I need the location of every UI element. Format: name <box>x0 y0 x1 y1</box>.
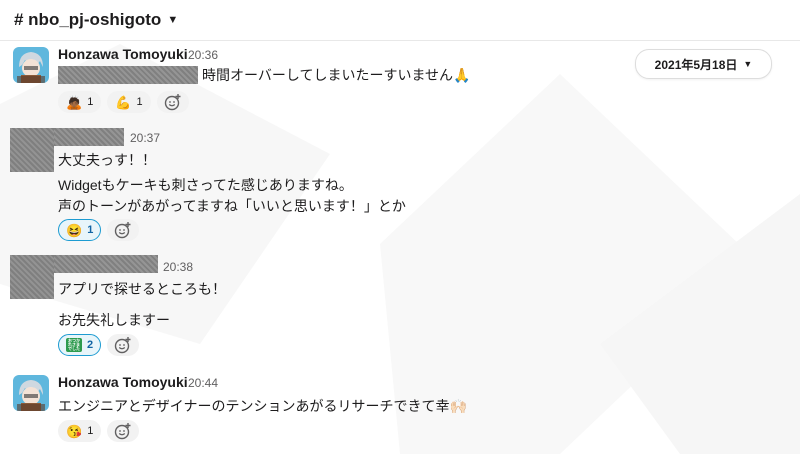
reaction-pill[interactable]: おつかれさまでした 2 <box>58 334 102 356</box>
channel-title-button[interactable]: # nbo_pj-oshigoto ▼ <box>14 10 178 30</box>
bowing-emoji: 🙇🏾 <box>66 94 83 110</box>
chevron-down-icon: ▼ <box>167 14 179 26</box>
redacted-author-name <box>54 128 124 146</box>
message-line: 時間オーバーしてしまいたーすいません🙏 <box>202 67 471 83</box>
author-name[interactable]: Honzawa Tomoyuki <box>58 46 188 62</box>
channel-header: # nbo_pj-oshigoto ▼ <box>0 0 800 41</box>
message-line: エンジニアとデザイナーのテンションあがるリサーチできて幸🙌🏻 <box>58 398 467 414</box>
timestamp[interactable]: 20:38 <box>163 260 193 274</box>
add-emoji-icon <box>115 222 131 239</box>
reaction-count: 1 <box>87 425 94 437</box>
laughing-emoji: 😆 <box>66 222 83 238</box>
message-line: 大丈夫っす！！ <box>58 152 156 168</box>
timestamp[interactable]: 20:36 <box>188 48 218 62</box>
reaction-count: 1 <box>87 96 94 108</box>
reaction-pill[interactable]: 😆 1 <box>58 219 102 241</box>
reactions-bar: 😘 1 <box>58 420 140 442</box>
reactions-bar: おつかれさまでした 2 <box>58 334 140 356</box>
reaction-count: 2 <box>87 339 94 351</box>
reactions-bar: 😆 1 <box>58 219 140 241</box>
redacted-mention <box>58 66 198 84</box>
date-label: 2021年5月18日 <box>654 57 738 72</box>
muscle-emoji: 💪 <box>115 94 132 110</box>
timestamp[interactable]: 20:37 <box>130 131 160 145</box>
reaction-pill[interactable]: 😘 1 <box>58 420 102 442</box>
avatar-illustration <box>13 47 49 83</box>
avatar-illustration <box>13 375 49 411</box>
reaction-pill[interactable]: 🙇🏾 1 <box>58 91 102 113</box>
message-line: お先失礼しますー <box>58 312 170 328</box>
message-line: Widgetもケーキも刺さってた感じありますね。 <box>58 177 353 193</box>
message-text: 時間オーバーしてしまいたーすいません🙏 <box>58 65 470 85</box>
message-line: アプリで探せるところも！ <box>58 281 226 297</box>
avatar[interactable] <box>13 47 49 83</box>
add-reaction-button[interactable] <box>107 219 140 241</box>
add-reaction-button[interactable] <box>107 420 140 442</box>
add-emoji-icon <box>115 423 131 440</box>
timestamp[interactable]: 20:44 <box>188 376 218 390</box>
add-emoji-icon <box>114 337 131 354</box>
chevron-down-icon: ▼ <box>743 59 753 69</box>
add-reaction-button[interactable] <box>156 91 189 113</box>
avatar[interactable] <box>13 375 49 411</box>
add-emoji-icon <box>164 94 181 111</box>
otsukare-emoji: おつかれさまでした <box>66 338 82 352</box>
avatar[interactable] <box>10 128 54 172</box>
redacted-author-name <box>54 255 158 273</box>
author-name[interactable]: Honzawa Tomoyuki <box>58 374 188 390</box>
otsukare-emoji-text: おつかれさまでした <box>68 338 80 351</box>
reaction-count: 1 <box>136 96 143 108</box>
reaction-pill[interactable]: 💪 1 <box>107 91 151 113</box>
avatar[interactable] <box>10 255 54 299</box>
add-reaction-button[interactable] <box>107 334 140 356</box>
date-divider-button[interactable]: 2021年5月18日 ▼ <box>635 49 772 79</box>
reaction-count: 1 <box>87 224 94 236</box>
reactions-bar: 🙇🏾 1 💪 1 <box>58 91 189 113</box>
message-line: 声のトーンがあがってますね「いいと思います！」とか <box>58 198 406 214</box>
channel-name: # nbo_pj-oshigoto <box>14 10 162 29</box>
kissing-emoji: 😘 <box>66 423 83 439</box>
